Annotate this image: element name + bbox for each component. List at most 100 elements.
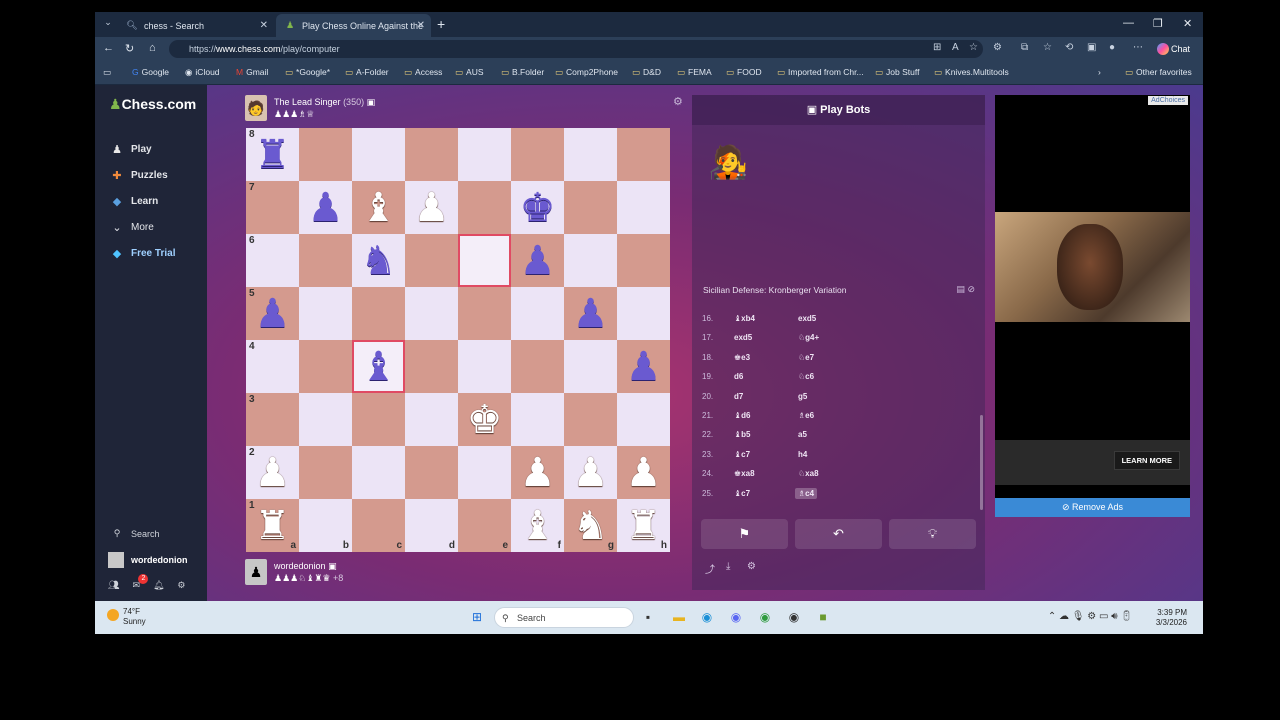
move-list-scrollbar[interactable] bbox=[980, 415, 983, 510]
bookmark-gmail[interactable]: M Gmail bbox=[236, 67, 268, 77]
black-move[interactable]: a5 bbox=[798, 430, 807, 439]
sidebar-user[interactable]: wordedonion bbox=[108, 552, 188, 568]
square-b5[interactable] bbox=[299, 287, 352, 340]
square-b6[interactable] bbox=[299, 234, 352, 287]
settings-gear-icon[interactable]: ⚙ bbox=[747, 561, 756, 572]
bookmark-folder[interactable]: ▭ D&D bbox=[632, 67, 661, 78]
square-a1[interactable]: 1 a ♜ bbox=[246, 499, 299, 552]
white-move[interactable]: d7 bbox=[734, 392, 743, 401]
square-d5[interactable] bbox=[405, 287, 458, 340]
square-g1[interactable]: g ♞ bbox=[564, 499, 617, 552]
bookmark-folder[interactable]: ▭ *Google* bbox=[285, 67, 330, 78]
square-d6[interactable] bbox=[405, 234, 458, 287]
sidebar-search[interactable]: ⚲ Search bbox=[108, 528, 160, 539]
square-e5[interactable] bbox=[458, 287, 511, 340]
square-h7[interactable] bbox=[617, 181, 670, 234]
tab-chess-search[interactable]: 🔍︎ chess - Search ✕ bbox=[118, 14, 274, 37]
bookmark-folder[interactable]: ▭ FOOD bbox=[726, 67, 762, 78]
bookmark-folder[interactable]: ▭ AUS bbox=[455, 67, 484, 78]
white-move[interactable]: ♝d6 bbox=[734, 411, 751, 420]
bookmark-folder[interactable]: ▭ Imported from Chr... bbox=[777, 67, 864, 78]
refresh-icon[interactable]: ↻ bbox=[125, 42, 134, 55]
black-pawn-icon[interactable]: ♟ bbox=[255, 294, 291, 334]
white-knight-icon[interactable]: ♞ bbox=[573, 506, 609, 546]
square-a8[interactable]: 8 ♜ bbox=[246, 128, 299, 181]
bookmark-folder[interactable]: ▭ Knives.Multitools bbox=[934, 67, 1009, 78]
settings-gear-icon[interactable]: ⚙ bbox=[177, 580, 185, 591]
new-tab-button[interactable]: + bbox=[437, 16, 445, 32]
square-h2[interactable]: ♟ bbox=[617, 446, 670, 499]
square-g7[interactable] bbox=[564, 181, 617, 234]
white-rook-icon[interactable]: ♜ bbox=[255, 506, 291, 546]
square-c1[interactable]: c bbox=[352, 499, 405, 552]
sidebar-item-more[interactable]: ⌄ More bbox=[108, 221, 153, 234]
url-input[interactable]: https://www.chess.com/play/computer bbox=[169, 40, 983, 58]
square-c4[interactable]: ♝ bbox=[352, 340, 405, 393]
black-bishop-icon[interactable]: ♝ bbox=[361, 347, 397, 387]
white-pawn-icon[interactable]: ♟ bbox=[626, 453, 662, 493]
square-e8[interactable] bbox=[458, 128, 511, 181]
square-d8[interactable] bbox=[405, 128, 458, 181]
square-g8[interactable] bbox=[564, 128, 617, 181]
square-b1[interactable]: b bbox=[299, 499, 352, 552]
bookmark-folder[interactable]: ▭ Access bbox=[404, 67, 442, 78]
white-move[interactable]: d6 bbox=[734, 372, 743, 381]
sidebar-item-puzzles[interactable]: ✚ Puzzles bbox=[108, 169, 167, 182]
profile-icon[interactable]: ● bbox=[1109, 42, 1115, 53]
white-pawn-icon[interactable]: ♟ bbox=[520, 453, 556, 493]
square-e3[interactable]: ♚ bbox=[458, 393, 511, 446]
close-window-icon[interactable]: ✕ bbox=[1183, 17, 1192, 30]
white-move[interactable]: exd5 bbox=[734, 333, 752, 342]
taskbar-search[interactable]: ⚲ Search bbox=[494, 607, 634, 628]
square-f6[interactable]: ♟ bbox=[511, 234, 564, 287]
extensions-icon[interactable]: ⚙ bbox=[993, 42, 1002, 53]
white-pawn-icon[interactable]: ♟ bbox=[255, 453, 291, 493]
square-c2[interactable] bbox=[352, 446, 405, 499]
bookmarks-overflow-icon[interactable]: › bbox=[1098, 67, 1101, 77]
square-e6[interactable] bbox=[458, 234, 511, 287]
square-e1[interactable]: e bbox=[458, 499, 511, 552]
white-rook-icon[interactable]: ♜ bbox=[626, 506, 662, 546]
white-move[interactable]: ♚xa8 bbox=[734, 469, 755, 478]
sidebar-item-play[interactable]: ♟ Play bbox=[108, 143, 152, 156]
square-c8[interactable] bbox=[352, 128, 405, 181]
black-pawn-icon[interactable]: ♟ bbox=[626, 347, 662, 387]
tab-actions-icon[interactable]: ⌄ bbox=[101, 17, 115, 31]
chess-logo[interactable]: ♟Chess.com bbox=[109, 96, 196, 113]
apps-icon[interactable]: ⊞ bbox=[933, 42, 941, 53]
share-icon[interactable]: ⤴ bbox=[705, 561, 715, 576]
white-move[interactable]: ♚e3 bbox=[734, 353, 750, 362]
favorite-star-icon[interactable]: ☆ bbox=[969, 42, 978, 53]
restore-icon[interactable]: ❐ bbox=[1153, 17, 1163, 30]
black-pawn-icon[interactable]: ♟ bbox=[520, 241, 556, 281]
history-icon[interactable]: ⟲ bbox=[1065, 42, 1073, 53]
black-move[interactable]: ♘e7 bbox=[798, 353, 814, 362]
app-icon[interactable]: ◉ bbox=[757, 609, 773, 625]
white-pawn-icon[interactable]: ♟ bbox=[573, 453, 609, 493]
square-g2[interactable]: ♟ bbox=[564, 446, 617, 499]
split-screen-icon[interactable]: ⧉ bbox=[1021, 42, 1028, 53]
black-knight-icon[interactable]: ♞ bbox=[361, 241, 397, 281]
close-tab-icon[interactable]: ✕ bbox=[417, 20, 425, 31]
bookmark-folder[interactable]: ▭ Job Stuff bbox=[875, 67, 919, 78]
learn-more-button[interactable]: LEARN MORE bbox=[1113, 451, 1180, 470]
square-e7[interactable] bbox=[458, 181, 511, 234]
square-d3[interactable] bbox=[405, 393, 458, 446]
copilot-chat-button[interactable]: Chat bbox=[1155, 40, 1190, 58]
white-bishop-icon[interactable]: ♝ bbox=[361, 188, 397, 228]
more-menu-icon[interactable]: ⋯ bbox=[1133, 42, 1143, 53]
black-pawn-icon[interactable]: ♟ bbox=[573, 294, 609, 334]
white-bishop-icon[interactable]: ♝ bbox=[520, 506, 556, 546]
collections-icon[interactable]: ▣ bbox=[1087, 42, 1096, 53]
square-c7[interactable]: ♝ bbox=[352, 181, 405, 234]
black-move[interactable]: ♘g4+ bbox=[798, 333, 819, 342]
square-h3[interactable] bbox=[617, 393, 670, 446]
square-g6[interactable] bbox=[564, 234, 617, 287]
black-pawn-icon[interactable]: ♟ bbox=[308, 188, 344, 228]
square-a5[interactable]: 5 ♟ bbox=[246, 287, 299, 340]
square-d7[interactable]: ♟ bbox=[405, 181, 458, 234]
square-b8[interactable] bbox=[299, 128, 352, 181]
square-b3[interactable] bbox=[299, 393, 352, 446]
square-a2[interactable]: 2 ♟ bbox=[246, 446, 299, 499]
bookmark-folder[interactable]: ▭ A-Folder bbox=[345, 67, 389, 78]
